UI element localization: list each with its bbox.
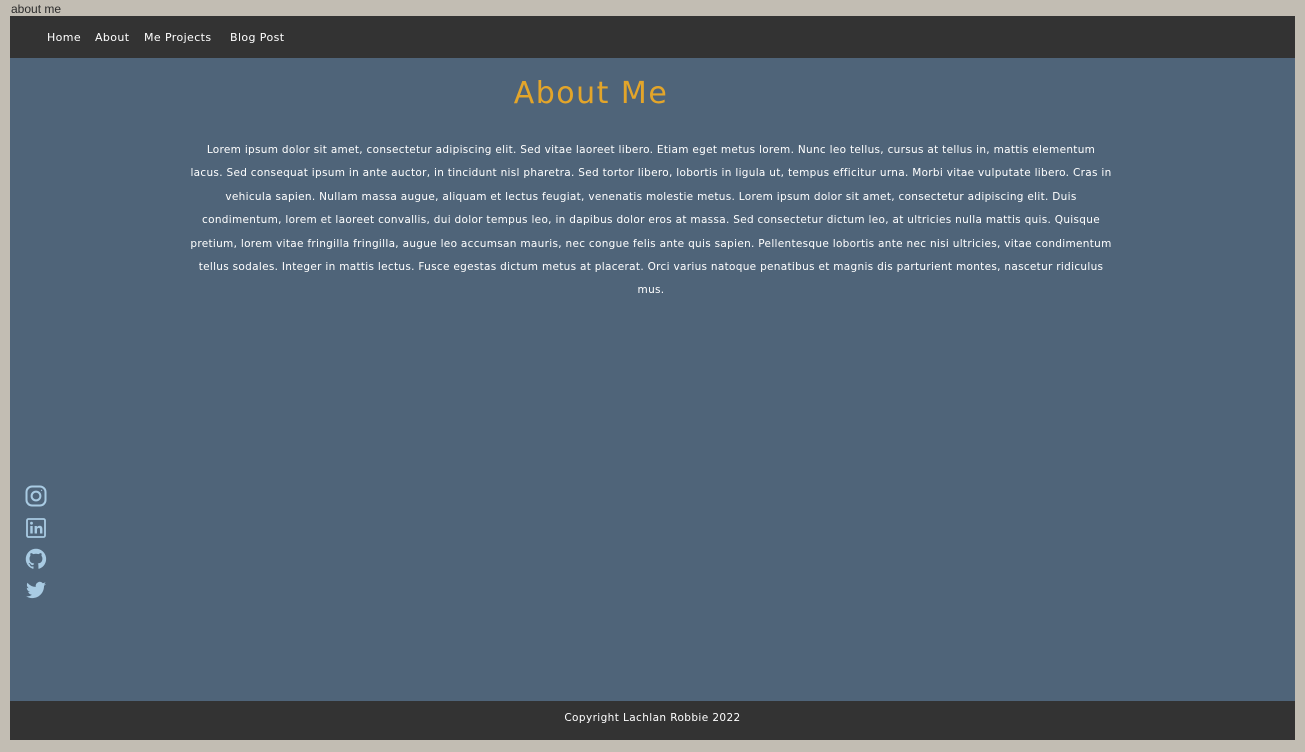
window-tab-caption: about me bbox=[11, 2, 62, 16]
page-footer: Copyright Lachlan Robbie 2022 bbox=[10, 701, 1295, 740]
twitter-icon[interactable] bbox=[24, 578, 48, 602]
about-paragraph: Lorem ipsum dolor sit amet, consectetur … bbox=[190, 144, 1112, 297]
nav-link-home[interactable]: Home bbox=[47, 31, 81, 45]
top-navbar: Home About Me Projects Blog Post bbox=[10, 16, 1295, 58]
page-title: About Me bbox=[513, 76, 669, 111]
github-icon[interactable] bbox=[24, 547, 48, 571]
nav-link-about[interactable]: About bbox=[95, 31, 130, 45]
nav-link-blog-post[interactable]: Blog Post bbox=[230, 31, 284, 45]
copyright-text: Copyright Lachlan Robbie 2022 bbox=[564, 712, 741, 724]
nav-link-projects[interactable]: Me Projects bbox=[144, 31, 212, 45]
instagram-icon[interactable] bbox=[24, 484, 48, 508]
linkedin-icon[interactable] bbox=[24, 516, 48, 540]
page-frame: Home About Me Projects Blog Post About M… bbox=[10, 16, 1295, 740]
